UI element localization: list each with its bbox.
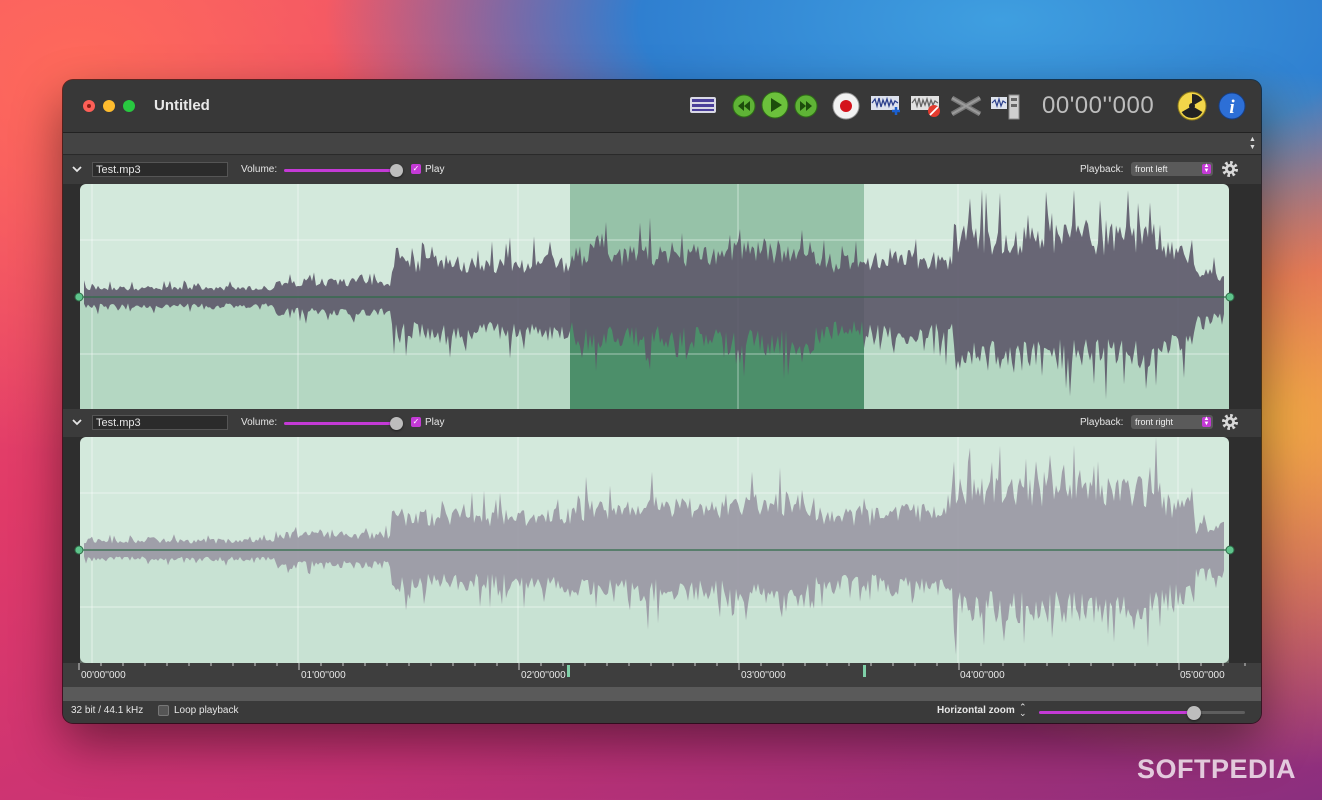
- chevron-down-icon[interactable]: [71, 163, 83, 175]
- time-display: 00'00''000: [1042, 92, 1155, 119]
- radiation-icon[interactable]: [1177, 91, 1207, 121]
- playback-select[interactable]: front right ▲ ▼: [1131, 415, 1213, 429]
- waveform-canvas[interactable]: [63, 184, 1261, 410]
- ruler-label: 00'00''000: [81, 670, 126, 681]
- playback-label: Playback:: [1080, 417, 1124, 428]
- export-icon[interactable]: [989, 92, 1021, 120]
- selection-end-marker[interactable]: [863, 665, 866, 677]
- play-label: Play: [425, 417, 445, 428]
- ruler-label: 04'00''000: [960, 670, 1005, 681]
- horizontal-zoom-slider[interactable]: [1039, 711, 1195, 714]
- envelope-handle-end: [1225, 292, 1235, 302]
- ruler-label: 03'00''000: [741, 670, 786, 681]
- crossfade-icon[interactable]: [950, 94, 982, 118]
- title-bar: Untitled 00'00''000 i: [63, 80, 1261, 133]
- envelope-handle-start: [74, 292, 84, 302]
- softpedia-watermark: SOFTPEDIA: [1137, 754, 1297, 784]
- select-arrows-icon: ▲ ▼: [1202, 163, 1211, 174]
- chevron-down-icon[interactable]: [71, 416, 83, 428]
- zoom-arrows-icon[interactable]: ⌃ ⌄: [1019, 703, 1027, 718]
- add-waveform-icon[interactable]: [870, 94, 902, 118]
- ruler-ticks: [78, 663, 1246, 670]
- horizontal-zoom-knob[interactable]: [1187, 706, 1201, 720]
- gear-icon[interactable]: [1221, 160, 1239, 178]
- close-window-button[interactable]: [83, 100, 95, 112]
- track-waveform[interactable]: [63, 184, 1261, 410]
- loop-playback-label: Loop playback: [174, 705, 239, 716]
- volume-slider[interactable]: [284, 169, 396, 172]
- horizontal-zoom-slider-rest[interactable]: [1195, 711, 1245, 714]
- ruler-label: 01'00''000: [301, 670, 346, 681]
- volume-slider-knob[interactable]: [390, 164, 403, 177]
- horizontal-zoom-label[interactable]: Horizontal zoom: [937, 705, 1015, 716]
- track-waveform[interactable]: [63, 437, 1261, 663]
- app-window: Untitled 00'00''000 i ▲ ▼ Test.mp3 Volum…: [63, 80, 1261, 723]
- playback-select[interactable]: front left ▲ ▼: [1131, 162, 1213, 176]
- track-header: Test.mp3 Volume: ✓ Play Playback: front …: [63, 409, 1261, 437]
- window-title: Untitled: [154, 97, 210, 114]
- play-checkbox[interactable]: ✓: [411, 164, 421, 174]
- audio-format-label: 32 bit / 44.1 kHz: [71, 705, 144, 716]
- track-list-bar: [63, 133, 1261, 155]
- zoom-window-button[interactable]: [123, 100, 135, 112]
- track-name-field[interactable]: Test.mp3: [92, 415, 228, 430]
- volume-slider[interactable]: [284, 422, 396, 425]
- play-label: Play: [425, 164, 445, 175]
- ruler-label: 02'00''000: [521, 670, 566, 681]
- info-icon[interactable]: i: [1218, 92, 1246, 120]
- playback-label: Playback:: [1080, 164, 1124, 175]
- fast-forward-icon[interactable]: [794, 94, 818, 118]
- horizontal-scrollbar[interactable]: [63, 687, 1261, 701]
- minimize-window-button[interactable]: [103, 100, 115, 112]
- envelope-handle-end: [1225, 545, 1235, 555]
- gear-icon[interactable]: [1221, 413, 1239, 431]
- record-icon[interactable]: [832, 92, 860, 120]
- loop-playback-checkbox[interactable]: [158, 705, 169, 716]
- envelope-handle-start: [74, 545, 84, 555]
- playback-select-value: front right: [1135, 417, 1174, 427]
- rewind-icon[interactable]: [732, 94, 756, 118]
- delete-waveform-icon[interactable]: [910, 94, 942, 118]
- scroll-arrows-icon[interactable]: ▲ ▼: [1248, 136, 1257, 152]
- volume-label: Volume:: [241, 164, 278, 175]
- ruler-label: 05'00''000: [1180, 670, 1225, 681]
- time-ruler[interactable]: 00'00''000 01'00''000 02'00''000 03'00''…: [63, 663, 1261, 687]
- track-header: Test.mp3 Volume: ✓ Play Playback: front …: [63, 156, 1261, 184]
- selection-start-marker[interactable]: [567, 665, 570, 677]
- status-bar: 32 bit / 44.1 kHz Loop playback Horizont…: [63, 701, 1261, 723]
- play-icon[interactable]: [761, 91, 789, 119]
- track-name-field[interactable]: Test.mp3: [92, 162, 228, 177]
- waveform-canvas[interactable]: [63, 437, 1261, 663]
- volume-label: Volume:: [241, 417, 278, 428]
- volume-slider-knob[interactable]: [390, 417, 403, 430]
- playback-select-value: front left: [1135, 164, 1168, 174]
- svg-text:i: i: [1229, 97, 1235, 118]
- select-arrows-icon: ▲ ▼: [1202, 416, 1211, 427]
- play-checkbox[interactable]: ✓: [411, 417, 421, 427]
- track-list-icon[interactable]: [689, 94, 717, 116]
